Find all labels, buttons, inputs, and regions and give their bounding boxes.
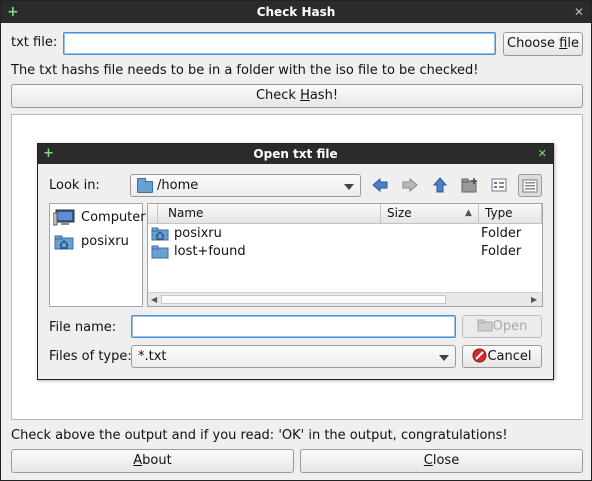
title-bar[interactable]: Check Hash xyxy=(1,1,591,23)
file-row[interactable]: lost+found Folder xyxy=(148,243,542,261)
cancel-button[interactable]: Cancel xyxy=(462,345,542,368)
file-type: Folder xyxy=(481,244,522,259)
window-title: Check Hash xyxy=(256,5,336,19)
look-in-label: Look in: xyxy=(49,178,100,193)
txt-file-input[interactable] xyxy=(63,32,496,55)
check-hash-button[interactable]: Check Hash! xyxy=(11,84,583,108)
txt-file-label: txt file: xyxy=(11,35,58,50)
dialog-plus-icon[interactable]: + xyxy=(43,144,54,164)
header-spacer xyxy=(148,204,158,224)
sort-up-icon: ▲ xyxy=(465,208,472,218)
sidebar-item-label: posixru xyxy=(81,234,129,249)
file-name: lost+found xyxy=(174,244,246,259)
about-button[interactable]: About xyxy=(11,449,294,473)
detail-view-toggle[interactable] xyxy=(518,174,542,197)
open-button[interactable]: Open xyxy=(462,315,542,338)
home-folder-icon xyxy=(151,227,169,241)
choose-file-button[interactable]: Choose file xyxy=(503,32,583,56)
file-name: posixru xyxy=(174,226,222,241)
scroll-right-icon[interactable]: ▶ xyxy=(531,295,537,304)
plus-icon[interactable]: + xyxy=(7,1,19,23)
open-folder-icon xyxy=(477,319,493,332)
footer-text: Check above the output and if you read: … xyxy=(11,428,508,443)
scrollbar-thumb[interactable] xyxy=(161,295,446,304)
file-name-input[interactable] xyxy=(131,315,456,338)
hint-text: The txt hashs file needs to be in a fold… xyxy=(11,63,479,78)
dialog-title: Open txt file xyxy=(253,147,338,161)
file-name-label: File name: xyxy=(49,320,117,335)
file-list: Name Size ▲ Type posixru Folder lost+fou… xyxy=(147,203,543,307)
column-header-size[interactable]: Size ▲ xyxy=(381,204,479,224)
scroll-left-icon[interactable]: ◀ xyxy=(151,295,157,304)
sidebar-item-posixru[interactable]: posixru xyxy=(53,232,141,252)
dialog-title-bar[interactable]: Open txt file xyxy=(38,144,553,164)
files-of-type-combo[interactable]: *.txt xyxy=(131,345,456,368)
file-type: Folder xyxy=(481,226,522,241)
forward-arrow-icon[interactable] xyxy=(402,177,418,193)
look-in-value: /home xyxy=(157,178,199,193)
detail-view-icon xyxy=(522,179,538,193)
close-icon[interactable]: ✕ xyxy=(573,1,585,23)
look-in-combo[interactable]: /home xyxy=(130,174,361,197)
back-arrow-icon[interactable] xyxy=(372,177,388,193)
close-button[interactable]: Close xyxy=(300,449,583,473)
new-folder-icon[interactable] xyxy=(461,177,479,193)
up-arrow-icon[interactable] xyxy=(432,177,448,193)
chevron-down-icon xyxy=(439,355,449,361)
computer-icon xyxy=(53,209,75,226)
files-of-type-label: Files of type: xyxy=(49,349,132,364)
dialog-close-icon[interactable]: ✕ xyxy=(538,144,547,164)
horizontal-scrollbar[interactable]: ◀ ▶ xyxy=(148,292,542,306)
column-header-type[interactable]: Type xyxy=(479,204,542,224)
chevron-down-icon xyxy=(344,184,354,190)
home-folder-icon xyxy=(54,235,74,250)
sidebar-item-computer[interactable]: Computer xyxy=(53,208,146,228)
folder-icon xyxy=(151,245,169,259)
folder-icon xyxy=(137,178,153,193)
cancel-icon xyxy=(472,348,487,363)
open-file-dialog: Open txt file + ✕ Look in: /home Compute… xyxy=(37,143,554,380)
column-header-name[interactable]: Name xyxy=(158,204,381,224)
list-view-icon[interactable] xyxy=(491,177,507,193)
sidebar-item-label: Computer xyxy=(81,210,146,225)
places-sidebar: Computer posixru xyxy=(49,203,146,307)
file-row[interactable]: posixru Folder xyxy=(148,225,542,243)
files-of-type-value: *.txt xyxy=(138,349,167,364)
